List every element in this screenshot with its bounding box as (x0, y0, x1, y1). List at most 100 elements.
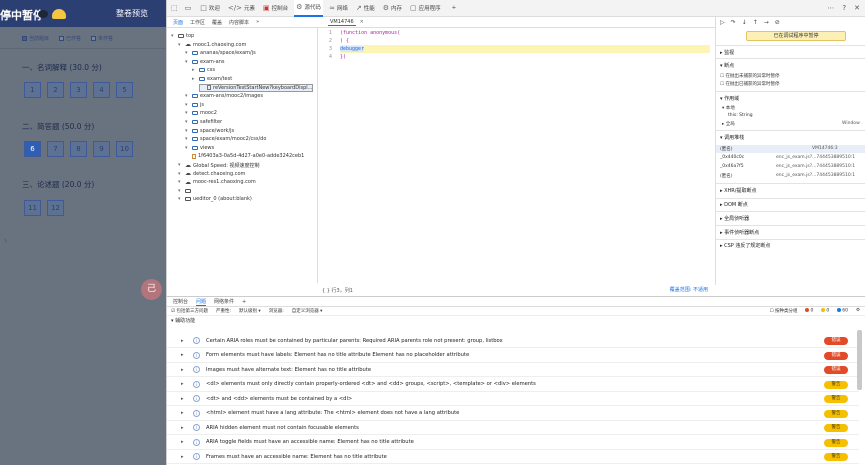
tree-item[interactable]: ▾ js (185, 101, 204, 109)
checkbox-icon[interactable] (91, 35, 97, 41)
scope-section[interactable]: ▾ 作用域 (720, 95, 739, 102)
call-frame-name[interactable]: _0x46a7f5 (720, 164, 744, 169)
tree-item[interactable]: ▾ space/exam/mooc2/css/do (185, 135, 266, 143)
pause-caught-option[interactable]: ☐ 在抛出已捕获的异常时暂停 (720, 81, 779, 87)
step-out-icon[interactable]: ↑ (753, 19, 758, 26)
checkbox-icon[interactable] (22, 35, 27, 41)
issue-row[interactable]: ▸ i Frames must have an accessible name: E… (167, 450, 859, 464)
more-icon[interactable]: ⋯ (827, 4, 834, 12)
dom-breakpoints[interactable]: ▸ DOM 断点 (720, 201, 748, 208)
tree-item[interactable]: ▾ exam-ans/mooc2/images (185, 92, 263, 100)
expand-arrow-icon[interactable]: ▾ (171, 33, 176, 39)
issue-row[interactable]: ▸ i Certain ARIA roles must be contained b… (167, 334, 859, 348)
device-toggle-icon[interactable]: ▭ (185, 4, 192, 12)
preview-paper-button[interactable]: 整卷预览 (104, 4, 166, 23)
resume-icon[interactable]: ▷ (720, 19, 725, 26)
issue-row[interactable]: ▸ i ARIA toggle fields must have an access… (167, 436, 859, 450)
severity-select[interactable]: 默认级别 ▾ (239, 308, 261, 314)
subtab-overrides[interactable]: 覆盖 (212, 19, 222, 26)
chevron-right-icon[interactable]: › (4, 236, 7, 245)
expand-arrow-icon[interactable]: ▾ (178, 171, 183, 177)
expand-arrow-icon[interactable]: ▾ (185, 119, 190, 125)
third-party-checkbox[interactable]: ☑ 包括第三方问题 (171, 308, 208, 314)
issue-row[interactable]: ▸ i ARIA hidden element must not contain f… (167, 421, 859, 435)
expand-arrow-icon[interactable]: ▾ (185, 128, 190, 134)
step-into-icon[interactable]: ↓ (742, 19, 747, 26)
filter-unanswered[interactable]: 未作答 (91, 33, 113, 43)
devtools-tab[interactable]: ⚙ 内存 (381, 0, 404, 17)
question-button[interactable]: 11 (24, 200, 41, 216)
tree-item[interactable]: ▾ views (185, 144, 214, 152)
expand-arrow-icon[interactable]: ▸ (181, 396, 184, 402)
issue-group-accessibility[interactable]: ▾ 辅助功能 (167, 316, 865, 324)
expand-arrow-icon[interactable]: ▾ (178, 42, 183, 48)
editor-tab[interactable]: VM14746 (328, 19, 356, 26)
tab-network-conditions[interactable]: 网络条件 (214, 298, 234, 305)
expand-arrow-icon[interactable]: ▾ (185, 145, 190, 151)
issue-row[interactable]: ▸ i <html> element must have a lang attrib… (167, 407, 859, 421)
expand-arrow-icon[interactable]: ▸ (192, 67, 197, 73)
expand-arrow-icon[interactable]: ▸ (181, 454, 184, 460)
tree-item[interactable]: ▾ exam-ans (185, 58, 225, 66)
question-button[interactable]: 2 (47, 82, 64, 98)
pause-icon[interactable] (38, 10, 48, 18)
line-number[interactable]: 4 (318, 53, 332, 61)
devtools-tab[interactable]: ≈ 网络 (327, 0, 350, 17)
call-frame-name[interactable]: (匿名) (720, 146, 733, 152)
filter-answered[interactable]: 已作答 (59, 33, 81, 43)
question-button[interactable]: 7 (47, 141, 64, 157)
tree-item[interactable]: ▾ safefilter (185, 118, 222, 126)
tree-item[interactable]: ▾ (178, 187, 193, 195)
tab-console[interactable]: 控制台 (173, 298, 188, 305)
tree-item[interactable]: ▾ ueditor_0 (about:blank) (178, 195, 252, 203)
devtools-tab[interactable]: ▢ 应用程序 (408, 0, 443, 17)
tab-issues[interactable]: 问题 (196, 298, 207, 306)
expand-arrow-icon[interactable]: ▾ (185, 59, 190, 65)
question-button[interactable]: 9 (93, 141, 110, 157)
question-button[interactable]: 5 (116, 82, 133, 98)
call-frame-location[interactable]: enc_js_exam.js?...744453889510:1 (776, 155, 855, 160)
add-drawer-tab-button[interactable]: + (242, 299, 246, 305)
expand-arrow-icon[interactable]: ▸ (181, 338, 184, 344)
step-icon[interactable]: → (764, 19, 769, 26)
expand-arrow-icon[interactable]: ▸ (192, 76, 197, 82)
settings-icon[interactable]: ⚙ (856, 308, 860, 314)
devtools-tab[interactable]: ▣ 控制台 (261, 0, 290, 17)
tree-item[interactable]: ▾ ☁ mooc-res1.chaoxing.com (178, 178, 256, 186)
issue-row[interactable]: ▸ i Images must have alternate text: Eleme… (167, 363, 859, 377)
checkbox-icon[interactable] (59, 35, 65, 41)
event-listener-breakpoints[interactable]: ▸ 事件侦听器断点 (720, 229, 759, 236)
browser-select[interactable]: 自定义浏览器 ▾ (292, 308, 323, 314)
inspect-icon[interactable]: ⬚ (171, 4, 178, 12)
global-listeners[interactable]: ▸ 全局侦听器 (720, 215, 749, 222)
breakpoints-section[interactable]: ▾ 断点 (720, 62, 734, 69)
xhr-breakpoints[interactable]: ▸ XHR/提取断点 (720, 187, 756, 194)
subtab-content-scripts[interactable]: 内容脚本 (229, 19, 249, 26)
expand-arrow-icon[interactable]: ▾ (178, 196, 183, 202)
call-frame-location[interactable]: enc_js_exam.js?...744453889510:1 (776, 173, 855, 178)
devtools-tab[interactable]: </> 元素 (226, 0, 257, 17)
line-number[interactable]: 3 (318, 45, 332, 53)
tree-item[interactable]: ▾ top (171, 32, 194, 40)
call-frame-location[interactable]: VM14746:3 (812, 146, 838, 151)
expand-arrow-icon[interactable]: ▸ (181, 367, 184, 373)
line-number[interactable]: 1 (318, 29, 332, 37)
tree-item[interactable]: ▸ css (192, 66, 215, 74)
tree-item[interactable]: ▸ exam/test (192, 75, 232, 83)
question-button[interactable]: 8 (70, 141, 87, 157)
deactivate-breakpoints-icon[interactable]: ⊘ (775, 19, 780, 26)
question-button[interactable]: 12 (47, 200, 64, 216)
issue-row[interactable]: ▸ i <dl> elements must only directly conta… (167, 378, 859, 392)
call-frame-name[interactable]: _0x440c0c (720, 155, 744, 160)
expand-arrow-icon[interactable]: ▸ (181, 352, 184, 358)
tree-item[interactable]: 1f6403a3-0a5d-4d27-a0e0-adde3242ceb1 (185, 152, 304, 160)
expand-arrow-icon[interactable]: ▾ (185, 110, 190, 116)
subtab-workspace[interactable]: 工作区 (190, 19, 205, 26)
code-content[interactable]: (function anonymous( ) { debugger }) (340, 29, 710, 61)
expand-arrow-icon[interactable]: ▸ (181, 410, 184, 416)
question-button[interactable]: 3 (70, 82, 87, 98)
issue-row[interactable]: ▸ i <dt> and <dd> elements must be contain… (167, 392, 859, 406)
subtab-page[interactable]: 页面 (173, 19, 183, 26)
pause-uncaught-option[interactable]: ☐ 在抛出未捕获的异常时暂停 (720, 73, 779, 79)
filter-current[interactable]: 当前题目 (22, 33, 49, 43)
